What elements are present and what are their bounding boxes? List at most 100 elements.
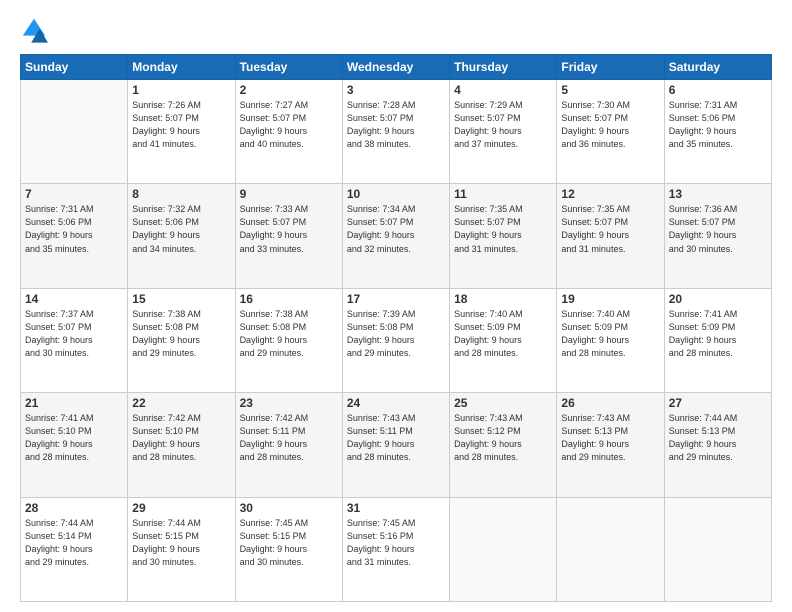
day-info: Sunrise: 7:28 AMSunset: 5:07 PMDaylight:… xyxy=(347,99,445,151)
day-info: Sunrise: 7:33 AMSunset: 5:07 PMDaylight:… xyxy=(240,203,338,255)
calendar-week-row: 28 Sunrise: 7:44 AMSunset: 5:14 PMDayligh… xyxy=(21,497,772,601)
day-number: 30 xyxy=(240,501,338,515)
calendar-cell: 23Sunrise: 7:42 AMSunset: 5:11 PMDayligh… xyxy=(235,393,342,497)
day-header: Thursday xyxy=(450,55,557,80)
day-info: Sunrise: 7:38 AMSunset: 5:08 PMDaylight:… xyxy=(240,308,338,360)
day-number: 28 xyxy=(25,501,123,515)
day-info: Sunrise: 7:40 AMSunset: 5:09 PMDaylight:… xyxy=(561,308,659,360)
day-info: Sunrise: 7:29 AMSunset: 5:07 PMDaylight:… xyxy=(454,99,552,151)
day-info: Sunrise: 7:39 AMSunset: 5:08 PMDaylight:… xyxy=(347,308,445,360)
calendar-cell: 1 Sunrise: 7:26 AMSunset: 5:07 PMDaylight… xyxy=(128,80,235,184)
day-number: 15 xyxy=(132,292,230,306)
day-info: Sunrise: 7:27 AMSunset: 5:07 PMDaylight:… xyxy=(240,99,338,151)
day-header: Tuesday xyxy=(235,55,342,80)
day-header: Sunday xyxy=(21,55,128,80)
day-info: Sunrise: 7:45 AMSunset: 5:16 PMDaylight:… xyxy=(347,517,445,569)
calendar-cell: 6 Sunrise: 7:31 AMSunset: 5:06 PMDaylight… xyxy=(664,80,771,184)
day-number: 19 xyxy=(561,292,659,306)
calendar-cell xyxy=(450,497,557,601)
day-info: Sunrise: 7:40 AMSunset: 5:09 PMDaylight:… xyxy=(454,308,552,360)
day-number: 16 xyxy=(240,292,338,306)
calendar-cell: 28 Sunrise: 7:44 AMSunset: 5:14 PMDayligh… xyxy=(21,497,128,601)
day-number: 20 xyxy=(669,292,767,306)
day-info: Sunrise: 7:37 AMSunset: 5:07 PMDaylight:… xyxy=(25,308,123,360)
day-number: 12 xyxy=(561,187,659,201)
day-info: Sunrise: 7:45 AMSunset: 5:15 PMDaylight:… xyxy=(240,517,338,569)
calendar-cell: 21 Sunrise: 7:41 AMSunset: 5:10 PMDayligh… xyxy=(21,393,128,497)
calendar-cell: 8 Sunrise: 7:32 AMSunset: 5:06 PMDaylight… xyxy=(128,184,235,288)
calendar-cell: 3 Sunrise: 7:28 AMSunset: 5:07 PMDaylight… xyxy=(342,80,449,184)
day-info: Sunrise: 7:44 AMSunset: 5:15 PMDaylight:… xyxy=(132,517,230,569)
calendar-cell: 5 Sunrise: 7:30 AMSunset: 5:07 PMDaylight… xyxy=(557,80,664,184)
day-number: 1 xyxy=(132,83,230,97)
day-info: Sunrise: 7:35 AMSunset: 5:07 PMDaylight:… xyxy=(561,203,659,255)
day-info: Sunrise: 7:36 AMSunset: 5:07 PMDaylight:… xyxy=(669,203,767,255)
day-number: 26 xyxy=(561,396,659,410)
calendar-cell: 12 Sunrise: 7:35 AMSunset: 5:07 PMDayligh… xyxy=(557,184,664,288)
calendar-cell: 27 Sunrise: 7:44 AMSunset: 5:13 PMDayligh… xyxy=(664,393,771,497)
calendar-cell: 13Sunrise: 7:36 AMSunset: 5:07 PMDayligh… xyxy=(664,184,771,288)
calendar-week-row: 21 Sunrise: 7:41 AMSunset: 5:10 PMDayligh… xyxy=(21,393,772,497)
day-number: 31 xyxy=(347,501,445,515)
day-number: 25 xyxy=(454,396,552,410)
day-number: 18 xyxy=(454,292,552,306)
day-info: Sunrise: 7:26 AMSunset: 5:07 PMDaylight:… xyxy=(132,99,230,151)
day-info: Sunrise: 7:41 AMSunset: 5:09 PMDaylight:… xyxy=(669,308,767,360)
day-info: Sunrise: 7:35 AMSunset: 5:07 PMDaylight:… xyxy=(454,203,552,255)
day-info: Sunrise: 7:41 AMSunset: 5:10 PMDaylight:… xyxy=(25,412,123,464)
calendar-cell: 29 Sunrise: 7:44 AMSunset: 5:15 PMDayligh… xyxy=(128,497,235,601)
day-header: Friday xyxy=(557,55,664,80)
day-number: 6 xyxy=(669,83,767,97)
day-header: Wednesday xyxy=(342,55,449,80)
calendar-cell xyxy=(21,80,128,184)
calendar-cell: 14Sunrise: 7:37 AMSunset: 5:07 PMDayligh… xyxy=(21,288,128,392)
day-number: 3 xyxy=(347,83,445,97)
calendar-cell: 10Sunrise: 7:34 AMSunset: 5:07 PMDayligh… xyxy=(342,184,449,288)
calendar-cell: 26 Sunrise: 7:43 AMSunset: 5:13 PMDayligh… xyxy=(557,393,664,497)
day-number: 29 xyxy=(132,501,230,515)
calendar-week-row: 7Sunrise: 7:31 AMSunset: 5:06 PMDaylight… xyxy=(21,184,772,288)
day-header: Monday xyxy=(128,55,235,80)
logo-icon xyxy=(20,16,48,44)
calendar-week-row: 1 Sunrise: 7:26 AMSunset: 5:07 PMDaylight… xyxy=(21,80,772,184)
day-number: 27 xyxy=(669,396,767,410)
day-info: Sunrise: 7:30 AMSunset: 5:07 PMDaylight:… xyxy=(561,99,659,151)
calendar-cell: 22Sunrise: 7:42 AMSunset: 5:10 PMDayligh… xyxy=(128,393,235,497)
day-number: 9 xyxy=(240,187,338,201)
day-number: 8 xyxy=(132,187,230,201)
day-info: Sunrise: 7:44 AMSunset: 5:14 PMDaylight:… xyxy=(25,517,123,569)
day-info: Sunrise: 7:43 AMSunset: 5:13 PMDaylight:… xyxy=(561,412,659,464)
calendar-cell: 7Sunrise: 7:31 AMSunset: 5:06 PMDaylight… xyxy=(21,184,128,288)
calendar-cell: 25 Sunrise: 7:43 AMSunset: 5:12 PMDayligh… xyxy=(450,393,557,497)
day-number: 23 xyxy=(240,396,338,410)
day-info: Sunrise: 7:44 AMSunset: 5:13 PMDaylight:… xyxy=(669,412,767,464)
day-number: 2 xyxy=(240,83,338,97)
calendar-week-row: 14Sunrise: 7:37 AMSunset: 5:07 PMDayligh… xyxy=(21,288,772,392)
logo xyxy=(20,16,52,44)
calendar-cell: 31 Sunrise: 7:45 AMSunset: 5:16 PMDayligh… xyxy=(342,497,449,601)
day-number: 22 xyxy=(132,396,230,410)
calendar-cell: 16 Sunrise: 7:38 AMSunset: 5:08 PMDayligh… xyxy=(235,288,342,392)
calendar-cell: 2 Sunrise: 7:27 AMSunset: 5:07 PMDaylight… xyxy=(235,80,342,184)
calendar-cell xyxy=(557,497,664,601)
day-info: Sunrise: 7:43 AMSunset: 5:12 PMDaylight:… xyxy=(454,412,552,464)
day-info: Sunrise: 7:34 AMSunset: 5:07 PMDaylight:… xyxy=(347,203,445,255)
day-header: Saturday xyxy=(664,55,771,80)
calendar-cell: 24Sunrise: 7:43 AMSunset: 5:11 PMDayligh… xyxy=(342,393,449,497)
calendar-cell: 15 Sunrise: 7:38 AMSunset: 5:08 PMDayligh… xyxy=(128,288,235,392)
calendar-cell: 30 Sunrise: 7:45 AMSunset: 5:15 PMDayligh… xyxy=(235,497,342,601)
day-number: 5 xyxy=(561,83,659,97)
calendar-cell: 17Sunrise: 7:39 AMSunset: 5:08 PMDayligh… xyxy=(342,288,449,392)
calendar-cell: 19 Sunrise: 7:40 AMSunset: 5:09 PMDayligh… xyxy=(557,288,664,392)
day-number: 24 xyxy=(347,396,445,410)
calendar-cell: 18 Sunrise: 7:40 AMSunset: 5:09 PMDayligh… xyxy=(450,288,557,392)
day-info: Sunrise: 7:32 AMSunset: 5:06 PMDaylight:… xyxy=(132,203,230,255)
calendar-cell: 4 Sunrise: 7:29 AMSunset: 5:07 PMDaylight… xyxy=(450,80,557,184)
day-number: 4 xyxy=(454,83,552,97)
calendar-cell: 11 Sunrise: 7:35 AMSunset: 5:07 PMDayligh… xyxy=(450,184,557,288)
day-number: 11 xyxy=(454,187,552,201)
day-number: 21 xyxy=(25,396,123,410)
day-info: Sunrise: 7:38 AMSunset: 5:08 PMDaylight:… xyxy=(132,308,230,360)
day-info: Sunrise: 7:31 AMSunset: 5:06 PMDaylight:… xyxy=(669,99,767,151)
calendar-cell xyxy=(664,497,771,601)
